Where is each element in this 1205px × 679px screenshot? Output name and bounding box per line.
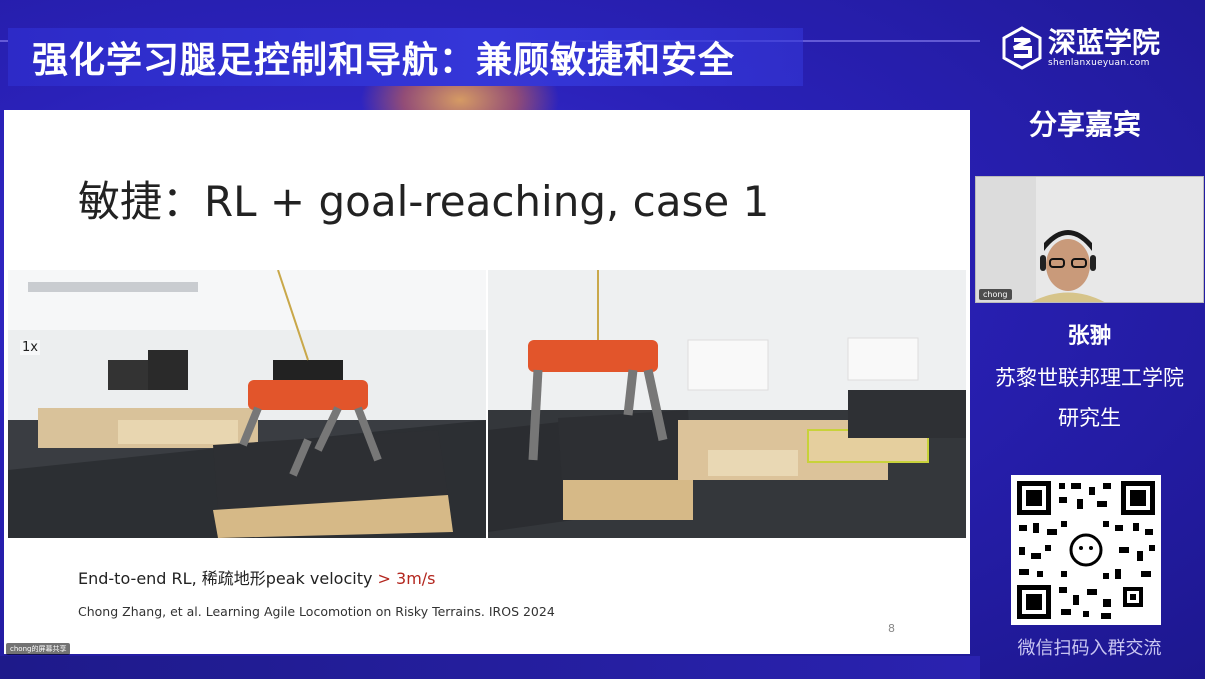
guest-role: 研究生: [1058, 406, 1121, 430]
page-title: 强化学习腿足控制和导航：兼顾敏捷和安全: [32, 40, 736, 81]
slide-title: 敏捷：RL + goal-reaching, case 1: [78, 177, 770, 226]
guest-organization: 苏黎世联邦理工学院: [995, 366, 1184, 390]
caption-main-text: End-to-end RL, 稀疏地形peak velocity: [78, 569, 378, 588]
qr-caption: 微信扫码入群交流: [1017, 638, 1162, 659]
qr-code[interactable]: [1011, 475, 1161, 625]
robot-photo-right: [488, 270, 966, 538]
speaker-webcam[interactable]: chong: [975, 176, 1204, 303]
presenter-label: chong的屏幕共享: [6, 643, 71, 655]
playback-speed-label: 1x: [20, 340, 40, 355]
robot-photo-right-image: [488, 270, 966, 538]
speaker-video-icon: [976, 177, 1203, 302]
brand-logo: 深蓝学院 shenlanxueyuan.com: [1002, 26, 1160, 70]
slide-page-number: 8: [888, 622, 895, 635]
slide-caption: End-to-end RL, 稀疏地形peak velocity > 3m/s: [78, 565, 436, 589]
slide-citation: Chong Zhang, et al. Learning Agile Locom…: [78, 604, 555, 619]
brand-name: 深蓝学院: [1048, 26, 1161, 59]
webcam-name-label: chong: [979, 289, 1012, 300]
guest-name: 张翀: [1067, 324, 1112, 349]
robot-photo-left-image: [8, 270, 486, 538]
slide-panel: 敏捷：RL + goal-reaching, case 1 1x End-to-…: [4, 110, 970, 654]
bottom-strip: [0, 656, 980, 679]
qr-code-icon: [1011, 475, 1161, 625]
caption-highlight: > 3m/s: [377, 569, 436, 588]
title-bar: 强化学习腿足控制和导航：兼顾敏捷和安全: [8, 28, 803, 86]
robot-photo-left: 1x: [8, 270, 486, 538]
brand-url: shenlanxueyuan.com: [1048, 58, 1150, 68]
logo-icon: [1002, 26, 1042, 70]
guest-heading: 分享嘉宾: [1028, 108, 1141, 141]
